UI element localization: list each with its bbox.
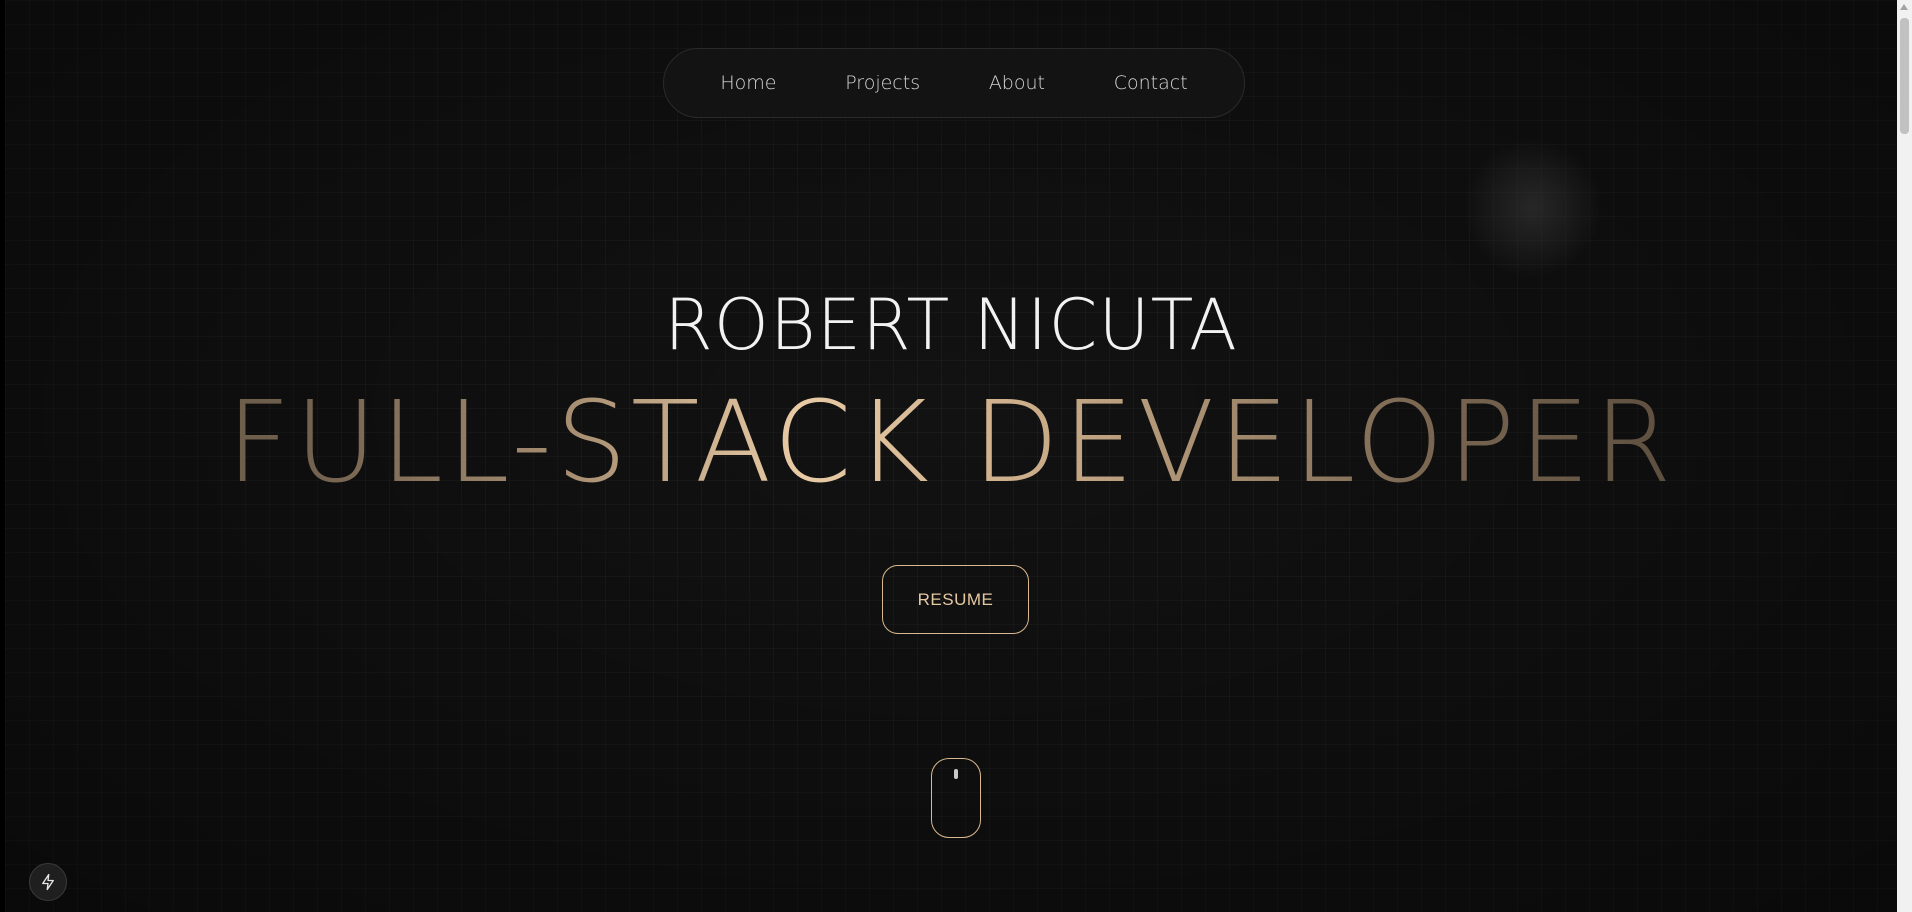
main-navigation: Home Projects About Contact xyxy=(663,48,1245,118)
hero-name: ROBERT NICUTA xyxy=(664,284,1238,366)
mouse-wheel xyxy=(954,769,958,779)
nav-link-contact[interactable]: Contact xyxy=(1104,66,1198,100)
nav-link-about[interactable]: About xyxy=(979,66,1055,100)
nav-link-projects[interactable]: Projects xyxy=(835,66,930,100)
bolt-icon-button[interactable] xyxy=(29,863,67,901)
mouse-icon[interactable] xyxy=(931,758,981,838)
hero-role-title: FULL-STACK DEVELOPER xyxy=(5,378,1897,508)
resume-button[interactable]: RESUME xyxy=(882,565,1029,634)
bolt-icon xyxy=(42,873,54,891)
scrollbar[interactable] xyxy=(1897,0,1912,912)
nav-link-home[interactable]: Home xyxy=(710,66,786,100)
hero-section: Home Projects About Contact ROBERT NICUT… xyxy=(5,0,1897,912)
scrollbar-thumb[interactable] xyxy=(1900,18,1909,134)
decorative-glow xyxy=(1463,138,1603,278)
scroll-up-arrow-icon[interactable] xyxy=(1900,4,1908,10)
